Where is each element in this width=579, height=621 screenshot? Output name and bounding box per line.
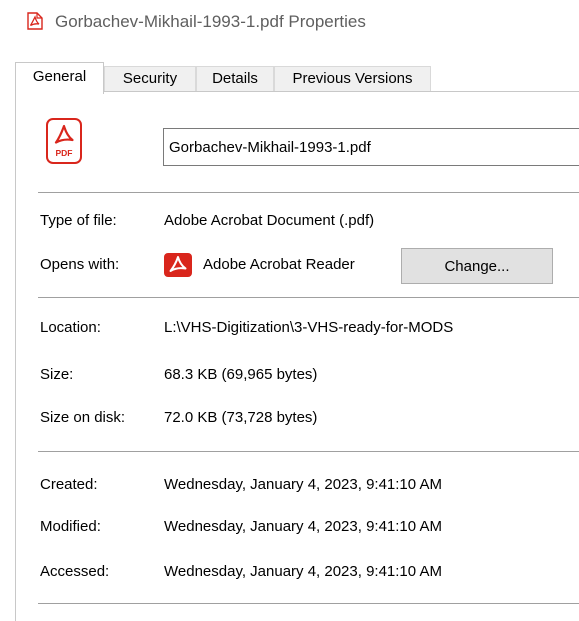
opens-with-app: Adobe Acrobat Reader xyxy=(203,256,355,273)
tab-details[interactable]: Details xyxy=(196,66,274,92)
created-value: Wednesday, January 4, 2023, 9:41:10 AM xyxy=(164,476,442,493)
pdf-file-icon xyxy=(27,12,43,30)
size-label: Size: xyxy=(40,366,74,383)
location-value: L:\VHS-Digitization\3-VHS-ready-for-MODS xyxy=(164,319,454,336)
accessed-value: Wednesday, January 4, 2023, 9:41:10 AM xyxy=(164,563,442,580)
tab-previous-versions[interactable]: Previous Versions xyxy=(274,66,431,92)
acrobat-reader-icon xyxy=(164,253,192,277)
tab-security[interactable]: Security xyxy=(104,66,196,92)
modified-value: Wednesday, January 4, 2023, 9:41:10 AM xyxy=(164,518,442,535)
tab-general[interactable]: General xyxy=(15,62,104,94)
size-value: 68.3 KB (69,965 bytes) xyxy=(164,366,318,383)
modified-label: Modified: xyxy=(40,518,101,535)
type-of-file-value: Adobe Acrobat Document (.pdf) xyxy=(164,212,375,229)
pdf-document-icon: PDF xyxy=(46,118,82,164)
separator xyxy=(38,451,579,452)
created-label: Created: xyxy=(40,476,98,493)
separator xyxy=(38,192,579,193)
pdf-icon-label: PDF xyxy=(56,148,73,158)
size-on-disk-label: Size on disk: xyxy=(40,409,126,426)
change-button[interactable]: Change... xyxy=(401,248,553,284)
window-title: Gorbachev-Mikhail-1993-1.pdf Properties xyxy=(55,12,366,31)
title-bar: Gorbachev-Mikhail-1993-1.pdf Properties xyxy=(0,0,579,44)
size-on-disk-value: 72.0 KB (73,728 bytes) xyxy=(164,409,318,426)
opens-with-label: Opens with: xyxy=(40,256,120,273)
separator xyxy=(38,603,579,604)
separator xyxy=(38,297,579,298)
location-label: Location: xyxy=(40,319,101,336)
type-of-file-label: Type of file: xyxy=(40,212,117,229)
accessed-label: Accessed: xyxy=(40,563,110,580)
filename-input[interactable] xyxy=(163,128,579,166)
general-panel xyxy=(15,91,579,621)
